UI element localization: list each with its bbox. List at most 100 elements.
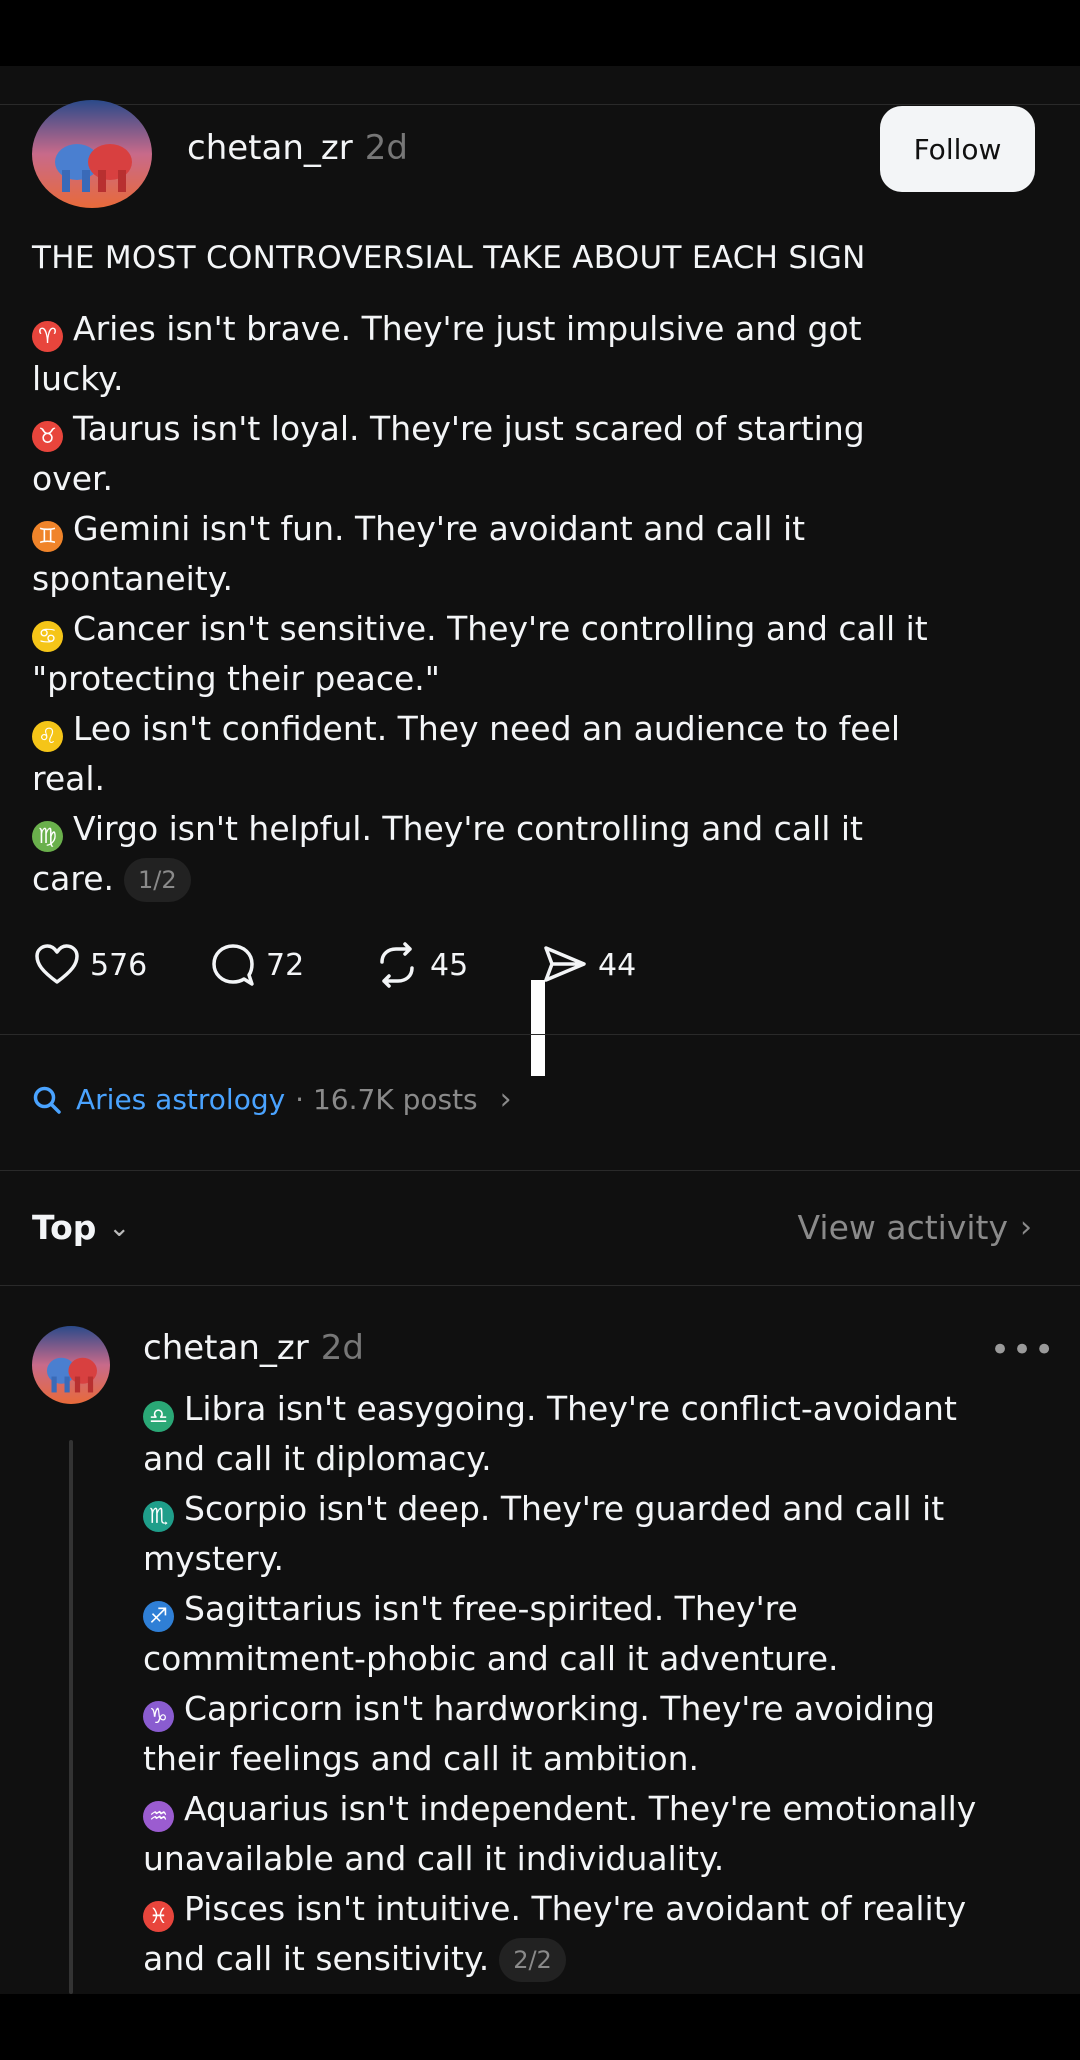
sign-text: Capricorn isn't hardworking. They're avo…: [184, 1689, 936, 1728]
sign-line: ♌ Leo isn't confident. They need an audie…: [32, 704, 1032, 754]
sign-text: over.: [32, 459, 114, 498]
sign-text: lucky.: [32, 359, 124, 398]
sign-line: ♎ Libra isn't easygoing. They're conflict…: [143, 1384, 1043, 1434]
reply-button[interactable]: 72: [208, 940, 304, 990]
avatar[interactable]: [32, 100, 152, 208]
sign-text: commitment-phobic and call it adventure.: [143, 1639, 839, 1678]
chevron-right-icon: ›: [499, 1082, 512, 1117]
sign-text: mystery.: [143, 1539, 284, 1578]
aries-icon: ♈: [32, 321, 63, 352]
replies-sort-bar: Top ⌄ View activity ›: [32, 1208, 1032, 1258]
sign-text: "protecting their peace.": [32, 659, 440, 698]
sign-text: care.: [32, 859, 115, 898]
sign-text: unavailable and call it individuality.: [143, 1839, 725, 1878]
sign-text: Aquarius isn't independent. They're emot…: [184, 1789, 977, 1828]
share-button[interactable]: 44: [540, 940, 636, 990]
chevron-right-icon: ›: [1020, 1210, 1032, 1245]
avatar-elephants-image: [32, 100, 152, 208]
post-actions: 576 72 45 44: [32, 940, 732, 1000]
post-author[interactable]: chetan_zr 2d: [187, 128, 408, 168]
sign-text: Scorpio isn't deep. They're guarded and …: [184, 1489, 945, 1528]
sign-line: ♐ Sagittarius isn't free-spirited. They'r…: [143, 1584, 1043, 1634]
follow-button[interactable]: Follow: [880, 106, 1035, 192]
divider: [0, 1285, 1080, 1286]
send-icon: [544, 946, 586, 982]
sign-line: ♊ Gemini isn't fun. They're avoidant and …: [32, 504, 1032, 554]
sign-text: Virgo isn't helpful. They're controlling…: [73, 809, 863, 848]
reply-author[interactable]: chetan_zr 2d: [143, 1328, 364, 1368]
sign-line-continuation: lucky.: [32, 354, 1032, 404]
sign-line-continuation: over.: [32, 454, 1032, 504]
sign-text: real.: [32, 759, 106, 798]
avatar-elephants-image: [32, 1326, 110, 1404]
virgo-icon: ♍: [32, 821, 63, 852]
view-activity-label: View activity: [797, 1208, 1008, 1247]
sign-text: Sagittarius isn't free-spirited. They're: [184, 1589, 798, 1628]
username[interactable]: chetan_zr: [143, 1328, 309, 1368]
sort-dropdown[interactable]: Top ⌄: [32, 1208, 130, 1247]
sign-text: spontaneity.: [32, 559, 234, 598]
share-count: 44: [598, 947, 637, 983]
reply-body: ♎ Libra isn't easygoing. They're conflict…: [143, 1384, 1043, 1984]
topic-link[interactable]: Aries astrology · 16.7K posts ›: [32, 1082, 512, 1117]
sign-line-continuation: and call it sensitivity. 2/2: [143, 1934, 1043, 1984]
sign-text: their feelings and call it ambition.: [143, 1739, 700, 1778]
avatar[interactable]: [32, 1326, 110, 1404]
sign-line-continuation: mystery.: [143, 1534, 1043, 1584]
leo-icon: ♌: [32, 721, 63, 752]
aquarius-icon: ♒: [143, 1801, 174, 1832]
pisces-icon: ♓: [143, 1901, 174, 1932]
sign-line-continuation: real.: [32, 754, 1032, 804]
search-icon: [33, 1086, 61, 1114]
sign-line: ♒ Aquarius isn't independent. They're emo…: [143, 1784, 1043, 1834]
divider: [0, 104, 1080, 105]
sign-line-continuation: care. 1/2: [32, 854, 1032, 904]
taurus-icon: ♉: [32, 421, 63, 452]
like-button[interactable]: 576: [32, 940, 147, 990]
sign-line-continuation: commitment-phobic and call it adventure.: [143, 1634, 1043, 1684]
sign-text: and call it diplomacy.: [143, 1439, 492, 1478]
libra-icon: ♎: [143, 1401, 174, 1432]
navigation-bar: [0, 1994, 1080, 2060]
page-indicator: 2/2: [499, 1938, 566, 1982]
sign-line-continuation: unavailable and call it individuality.: [143, 1834, 1043, 1884]
post-time: 2d: [364, 128, 408, 168]
sign-text: Pisces isn't intuitive. They're avoidant…: [184, 1889, 967, 1928]
post-title: THE MOST CONTROVERSIAL TAKE ABOUT EACH S…: [32, 240, 866, 276]
sign-line: ♑ Capricorn isn't hardworking. They're av…: [143, 1684, 1043, 1734]
sign-text: Taurus isn't loyal. They're just scared …: [73, 409, 865, 448]
text-cursor: [531, 980, 545, 1076]
sign-line-continuation: their feelings and call it ambition.: [143, 1734, 1043, 1784]
status-bar: [0, 0, 1080, 66]
sign-text: Leo isn't confident. They need an audien…: [73, 709, 901, 748]
reply-time: 2d: [320, 1328, 364, 1368]
topic-post-count: · 16.7K posts: [295, 1083, 478, 1116]
more-options-icon[interactable]: •••: [990, 1330, 1056, 1370]
comment-icon: [212, 944, 254, 986]
sign-text: Aries isn't brave. They're just impulsiv…: [73, 309, 862, 348]
sagittarius-icon: ♐: [143, 1601, 174, 1632]
heart-icon: [35, 944, 79, 984]
scorpio-icon: ♏: [143, 1501, 174, 1532]
capricorn-icon: ♑: [143, 1701, 174, 1732]
username[interactable]: chetan_zr: [187, 128, 353, 168]
sign-line: ♏ Scorpio isn't deep. They're guarded and…: [143, 1484, 1043, 1534]
cancer-icon: ♋: [32, 621, 63, 652]
view-activity-link[interactable]: View activity ›: [798, 1208, 1032, 1247]
topic-name[interactable]: Aries astrology: [76, 1083, 285, 1116]
repost-button[interactable]: 45: [372, 940, 468, 990]
like-count: 576: [90, 947, 148, 983]
sign-line-continuation: spontaneity.: [32, 554, 1032, 604]
sign-line: ♉ Taurus isn't loyal. They're just scared…: [32, 404, 1032, 454]
sign-line: ♈ Aries isn't brave. They're just impulsi…: [32, 304, 1032, 354]
repost-icon: [380, 942, 414, 988]
sign-line: ♍ Virgo isn't helpful. They're controllin…: [32, 804, 1032, 854]
divider: [0, 1034, 1080, 1035]
sign-line: ♋ Cancer isn't sensitive. They're control…: [32, 604, 1032, 654]
page-indicator: 1/2: [124, 858, 191, 902]
divider: [0, 1170, 1080, 1171]
thread-line: [69, 1440, 73, 1994]
gemini-icon: ♊: [32, 521, 63, 552]
post-body: ♈ Aries isn't brave. They're just impulsi…: [32, 304, 1032, 904]
sign-line-continuation: "protecting their peace.": [32, 654, 1032, 704]
